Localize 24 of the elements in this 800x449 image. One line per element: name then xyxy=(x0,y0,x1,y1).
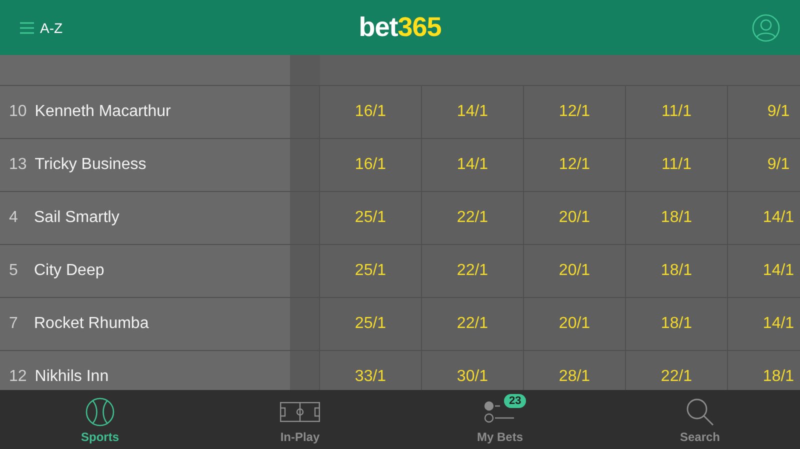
runner-name: Rocket Rhumba xyxy=(34,315,149,333)
runner-number: 10 xyxy=(9,103,27,121)
bet-count-badge: 23 xyxy=(504,394,526,408)
runner-name: Nikhils Inn xyxy=(34,368,109,386)
pitch-icon xyxy=(280,402,320,422)
runner-number: 12 xyxy=(9,368,27,386)
runner-number: 7 xyxy=(9,315,19,333)
runner-name: Kenneth Macarthur xyxy=(34,103,171,121)
nav-tab[interactable]: Sports xyxy=(0,390,200,449)
ball-icon xyxy=(85,397,115,427)
runner-number: 13 xyxy=(9,156,27,174)
logo: bet365 xyxy=(358,12,442,43)
runner-name: Tricky Business xyxy=(34,156,146,174)
runner-number: 4 xyxy=(9,209,19,227)
nav-tab[interactable]: Search xyxy=(600,390,800,449)
menu-button[interactable]: A-Z xyxy=(20,20,63,36)
menu-icon xyxy=(20,22,34,34)
nav-tab[interactable]: In-Play xyxy=(200,390,400,449)
runner-number: 5 xyxy=(9,262,19,280)
runner-name: City Deep xyxy=(34,262,104,280)
runner-name: Sail Smartly xyxy=(34,209,120,227)
user-icon[interactable] xyxy=(752,14,780,42)
nav-tab[interactable]: 23 My Bets xyxy=(400,390,600,449)
search-icon xyxy=(686,398,714,426)
